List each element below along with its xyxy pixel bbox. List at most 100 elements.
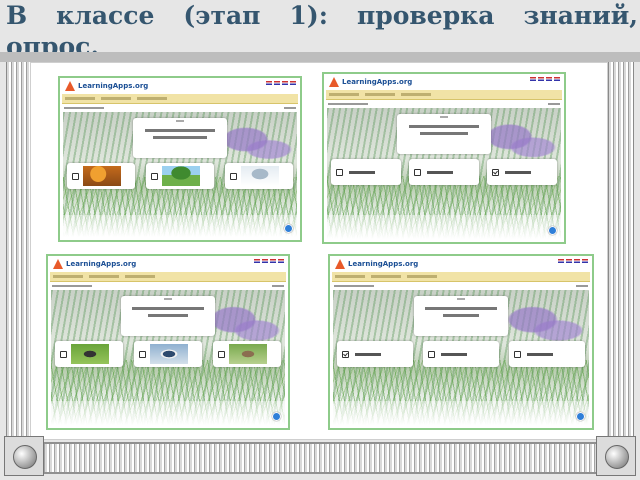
- flag-icon: [290, 81, 296, 85]
- question-text: [422, 307, 500, 321]
- learningapps-logo-icon: [52, 258, 64, 270]
- answer-option[interactable]: [146, 163, 214, 189]
- answer-checkbox[interactable]: [428, 351, 435, 358]
- task-title: [52, 285, 92, 287]
- flag-icon: [530, 77, 536, 81]
- logo: LearningApps.org: [334, 257, 418, 271]
- logo-text: LearningApps.org: [342, 78, 413, 86]
- flag-icon: [582, 259, 588, 263]
- answer-text: [441, 353, 467, 356]
- answer-checkbox[interactable]: [514, 351, 521, 358]
- question-card: [414, 296, 508, 336]
- answer-checkbox[interactable]: [72, 173, 79, 180]
- task-meta: [548, 103, 560, 105]
- crocus-background: [333, 290, 589, 425]
- answer-text: [527, 353, 553, 356]
- scroll-knob-left: [4, 436, 44, 476]
- answer-option[interactable]: [225, 163, 293, 189]
- nav-item: [101, 97, 131, 100]
- answer-option[interactable]: [331, 159, 401, 185]
- slide-title-line-1: В классе (этап 1): проверка знаний,: [6, 1, 638, 30]
- logo: LearningApps.org: [52, 257, 136, 271]
- flag-icon: [554, 77, 560, 81]
- bird-image: [229, 344, 267, 364]
- language-flags: [254, 259, 284, 263]
- check-answer-icon[interactable]: [548, 226, 557, 235]
- answer-option[interactable]: [213, 341, 281, 367]
- answer-option[interactable]: [67, 163, 135, 189]
- answer-checkbox[interactable]: [218, 351, 225, 358]
- task-title: [328, 103, 368, 105]
- question-card: [133, 118, 227, 158]
- snow-layer: [63, 214, 297, 237]
- answer-option[interactable]: [509, 341, 585, 367]
- flag-icon: [254, 259, 260, 263]
- answer-options: [67, 163, 293, 189]
- flag-icon: [558, 259, 564, 263]
- task-header: [334, 283, 588, 289]
- answer-text: [505, 171, 531, 174]
- crocus-background: [63, 112, 297, 237]
- app-navbar: [332, 272, 590, 282]
- answer-checkbox[interactable]: [492, 169, 499, 176]
- task-title: [64, 107, 104, 109]
- nav-item: [125, 275, 155, 278]
- check-answer-icon[interactable]: [272, 412, 281, 421]
- answer-checkbox[interactable]: [139, 351, 146, 358]
- question-number: [414, 298, 508, 302]
- answer-checkbox[interactable]: [336, 169, 343, 176]
- logo: LearningApps.org: [328, 75, 412, 89]
- nav-item: [365, 93, 395, 96]
- answer-option[interactable]: [337, 341, 413, 367]
- check-answer-icon[interactable]: [576, 412, 585, 421]
- answer-option[interactable]: [55, 341, 123, 367]
- flag-icon: [266, 81, 272, 85]
- scroll-right-rail: [608, 62, 634, 440]
- task-header: [52, 283, 284, 289]
- app-screenshot-2: LearningApps.org: [322, 72, 566, 244]
- task-meta: [284, 107, 296, 109]
- task-header: [64, 105, 296, 111]
- learningapps-logo-icon: [64, 80, 76, 92]
- language-flags: [266, 81, 296, 85]
- answer-option[interactable]: [409, 159, 479, 185]
- logo-text: LearningApps.org: [66, 260, 137, 268]
- answer-text: [427, 171, 453, 174]
- question-number: [121, 298, 215, 302]
- flag-icon: [270, 259, 276, 263]
- flag-icon: [282, 81, 288, 85]
- logo-text: LearningApps.org: [78, 82, 149, 90]
- task-title: [334, 285, 374, 287]
- answer-options: [331, 159, 557, 185]
- answer-option[interactable]: [487, 159, 557, 185]
- app-screenshot-1: LearningApps.org: [58, 76, 302, 242]
- flag-icon: [262, 259, 268, 263]
- language-flags: [558, 259, 588, 263]
- nav-item: [371, 275, 401, 278]
- scroll-knob-icon: [13, 445, 37, 469]
- answer-checkbox[interactable]: [414, 169, 421, 176]
- app-screenshot-3: LearningApps.org: [46, 254, 290, 430]
- answer-checkbox[interactable]: [151, 173, 158, 180]
- answer-text: [349, 171, 375, 174]
- winter-image: [241, 166, 279, 186]
- answer-checkbox[interactable]: [60, 351, 67, 358]
- question-number: [397, 116, 491, 120]
- crocus-background: [51, 290, 285, 425]
- task-header: [328, 101, 560, 107]
- nav-item: [137, 97, 167, 100]
- summer-image: [162, 166, 200, 186]
- answer-text: [355, 353, 381, 356]
- nav-item: [65, 97, 95, 100]
- answer-checkbox[interactable]: [230, 173, 237, 180]
- answer-option[interactable]: [134, 341, 202, 367]
- language-flags: [530, 77, 560, 81]
- scroll-left-rail: [6, 62, 32, 440]
- answer-option[interactable]: [423, 341, 499, 367]
- task-meta: [576, 285, 588, 287]
- learningapps-logo-icon: [334, 258, 346, 270]
- check-answer-icon[interactable]: [284, 224, 293, 233]
- answer-checkbox[interactable]: [342, 351, 349, 358]
- snow-layer: [327, 215, 561, 239]
- nav-item: [89, 275, 119, 278]
